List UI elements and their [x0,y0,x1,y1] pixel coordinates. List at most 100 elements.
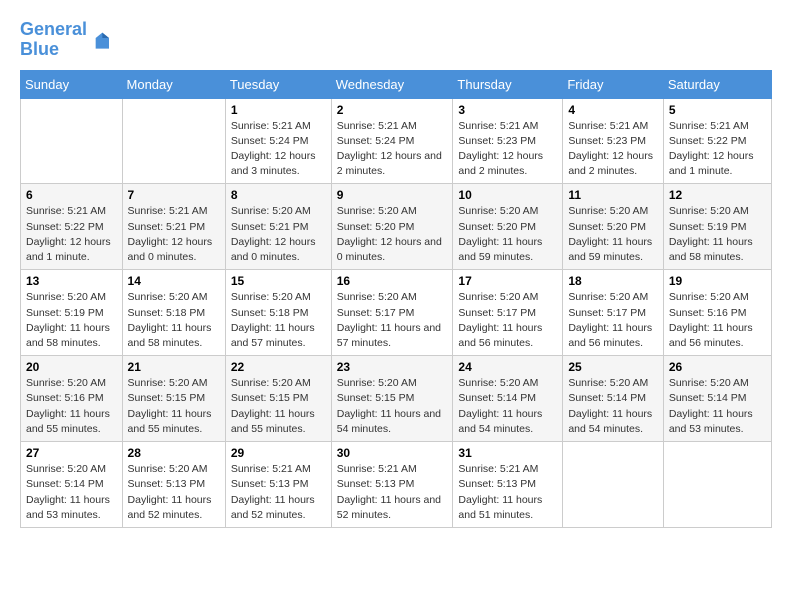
day-detail: Sunrise: 5:20 AM Sunset: 5:18 PM Dayligh… [231,290,326,351]
day-detail: Sunrise: 5:20 AM Sunset: 5:16 PM Dayligh… [669,290,766,351]
calendar-week-row: 27Sunrise: 5:20 AM Sunset: 5:14 PM Dayli… [21,442,772,528]
weekday-header: Tuesday [225,70,331,98]
day-detail: Sunrise: 5:20 AM Sunset: 5:18 PM Dayligh… [128,290,220,351]
day-number: 8 [231,188,326,202]
day-number: 21 [128,360,220,374]
day-number: 26 [669,360,766,374]
day-detail: Sunrise: 5:20 AM Sunset: 5:15 PM Dayligh… [128,376,220,437]
day-detail: Sunrise: 5:20 AM Sunset: 5:20 PM Dayligh… [458,204,557,265]
day-number: 22 [231,360,326,374]
calendar-table: SundayMondayTuesdayWednesdayThursdayFrid… [20,70,772,528]
day-detail: Sunrise: 5:20 AM Sunset: 5:17 PM Dayligh… [568,290,658,351]
day-detail: Sunrise: 5:21 AM Sunset: 5:22 PM Dayligh… [669,119,766,180]
calendar-cell: 1Sunrise: 5:21 AM Sunset: 5:24 PM Daylig… [225,98,331,184]
day-detail: Sunrise: 5:20 AM Sunset: 5:19 PM Dayligh… [669,204,766,265]
day-number: 29 [231,446,326,460]
day-detail: Sunrise: 5:20 AM Sunset: 5:15 PM Dayligh… [337,376,448,437]
calendar-week-row: 13 Sunrise: 5:20 AM Sunset: 5:19 PM Dayli… [21,270,772,356]
calendar-cell: 17 Sunrise: 5:20 AM Sunset: 5:17 PM Dayli… [453,270,563,356]
day-detail: Sunrise: 5:20 AM Sunset: 5:16 PM Dayligh… [26,376,117,437]
day-number: 4 [568,103,658,117]
day-detail: Sunrise: 5:21 AM Sunset: 5:21 PM Dayligh… [128,204,220,265]
day-number: 5 [669,103,766,117]
day-detail: Sunrise: 5:21 AM Sunset: 5:13 PM Dayligh… [231,462,326,523]
day-detail: Sunrise: 5:20 AM Sunset: 5:20 PM Dayligh… [568,204,658,265]
calendar-cell: 22 Sunrise: 5:20 AM Sunset: 5:15 PM Dayli… [225,356,331,442]
day-detail: Sunrise: 5:20 AM Sunset: 5:17 PM Dayligh… [458,290,557,351]
day-number: 30 [337,446,448,460]
day-number: 11 [568,188,658,202]
day-detail: Sunrise: 5:21 AM Sunset: 5:22 PM Dayligh… [26,204,117,265]
day-number: 24 [458,360,557,374]
day-number: 27 [26,446,117,460]
calendar-cell: 26 Sunrise: 5:20 AM Sunset: 5:14 PM Dayli… [663,356,771,442]
day-number: 23 [337,360,448,374]
day-detail: Sunrise: 5:20 AM Sunset: 5:14 PM Dayligh… [568,376,658,437]
day-number: 9 [337,188,448,202]
day-number: 6 [26,188,117,202]
day-number: 19 [669,274,766,288]
calendar-week-row: 20 Sunrise: 5:20 AM Sunset: 5:16 PM Dayli… [21,356,772,442]
calendar-cell: 10 Sunrise: 5:20 AM Sunset: 5:20 PM Dayli… [453,184,563,270]
logo: General Blue [20,20,109,60]
logo-text: General Blue [20,20,87,60]
calendar-cell: 5 Sunrise: 5:21 AM Sunset: 5:22 PM Daylig… [663,98,771,184]
calendar-cell: 4 Sunrise: 5:21 AM Sunset: 5:23 PM Daylig… [563,98,664,184]
calendar-cell: 24Sunrise: 5:20 AM Sunset: 5:14 PM Dayli… [453,356,563,442]
day-number: 1 [231,103,326,117]
day-detail: Sunrise: 5:20 AM Sunset: 5:14 PM Dayligh… [669,376,766,437]
weekday-header: Monday [122,70,225,98]
day-number: 18 [568,274,658,288]
calendar-cell: 8 Sunrise: 5:20 AM Sunset: 5:21 PM Daylig… [225,184,331,270]
calendar-cell: 6 Sunrise: 5:21 AM Sunset: 5:22 PM Daylig… [21,184,123,270]
day-detail: Sunrise: 5:21 AM Sunset: 5:24 PM Dayligh… [337,119,448,180]
day-detail: Sunrise: 5:21 AM Sunset: 5:13 PM Dayligh… [458,462,557,523]
calendar-cell [122,98,225,184]
calendar-cell: 9 Sunrise: 5:20 AM Sunset: 5:20 PM Daylig… [331,184,453,270]
calendar-cell: 3 Sunrise: 5:21 AM Sunset: 5:23 PM Daylig… [453,98,563,184]
weekday-header: Friday [563,70,664,98]
calendar-cell: 25Sunrise: 5:20 AM Sunset: 5:14 PM Dayli… [563,356,664,442]
day-number: 10 [458,188,557,202]
page-header: General Blue [20,20,772,60]
day-number: 28 [128,446,220,460]
day-number: 17 [458,274,557,288]
calendar-cell: 30Sunrise: 5:21 AM Sunset: 5:13 PM Dayli… [331,442,453,528]
day-detail: Sunrise: 5:20 AM Sunset: 5:20 PM Dayligh… [337,204,448,265]
calendar-header: SundayMondayTuesdayWednesdayThursdayFrid… [21,70,772,98]
calendar-cell: 20 Sunrise: 5:20 AM Sunset: 5:16 PM Dayli… [21,356,123,442]
calendar-cell: 16Sunrise: 5:20 AM Sunset: 5:17 PM Dayli… [331,270,453,356]
day-detail: Sunrise: 5:20 AM Sunset: 5:15 PM Dayligh… [231,376,326,437]
weekday-header: Thursday [453,70,563,98]
calendar-cell: 7Sunrise: 5:21 AM Sunset: 5:21 PM Daylig… [122,184,225,270]
calendar-cell: 15Sunrise: 5:20 AM Sunset: 5:18 PM Dayli… [225,270,331,356]
calendar-cell [563,442,664,528]
calendar-cell [21,98,123,184]
weekday-header: Saturday [663,70,771,98]
calendar-week-row: 1 Sunrise: 5:21 AM Sunset: 5:24 PM Daylig… [21,98,772,184]
calendar-cell: 14 Sunrise: 5:20 AM Sunset: 5:18 PM Dayli… [122,270,225,356]
day-detail: Sunrise: 5:20 AM Sunset: 5:21 PM Dayligh… [231,204,326,265]
calendar-cell [663,442,771,528]
day-number: 2 [337,103,448,117]
calendar-week-row: 6 Sunrise: 5:21 AM Sunset: 5:22 PM Daylig… [21,184,772,270]
day-detail: Sunrise: 5:21 AM Sunset: 5:23 PM Dayligh… [458,119,557,180]
calendar-body: 1 Sunrise: 5:21 AM Sunset: 5:24 PM Daylig… [21,98,772,527]
calendar-cell: 27Sunrise: 5:20 AM Sunset: 5:14 PM Dayli… [21,442,123,528]
day-detail: Sunrise: 5:20 AM Sunset: 5:19 PM Dayligh… [26,290,117,351]
calendar-cell: 11 Sunrise: 5:20 AM Sunset: 5:20 PM Dayli… [563,184,664,270]
day-number: 3 [458,103,557,117]
day-number: 14 [128,274,220,288]
day-number: 20 [26,360,117,374]
day-number: 31 [458,446,557,460]
day-number: 13 [26,274,117,288]
day-number: 16 [337,274,448,288]
calendar-cell: 13 Sunrise: 5:20 AM Sunset: 5:19 PM Dayli… [21,270,123,356]
logo-icon [89,30,109,50]
calendar-cell: 18 Sunrise: 5:20 AM Sunset: 5:17 PM Dayli… [563,270,664,356]
weekday-header: Wednesday [331,70,453,98]
day-detail: Sunrise: 5:20 AM Sunset: 5:13 PM Dayligh… [128,462,220,523]
calendar-cell: 23 Sunrise: 5:20 AM Sunset: 5:15 PM Dayli… [331,356,453,442]
day-detail: Sunrise: 5:21 AM Sunset: 5:23 PM Dayligh… [568,119,658,180]
calendar-cell: 21 Sunrise: 5:20 AM Sunset: 5:15 PM Dayli… [122,356,225,442]
